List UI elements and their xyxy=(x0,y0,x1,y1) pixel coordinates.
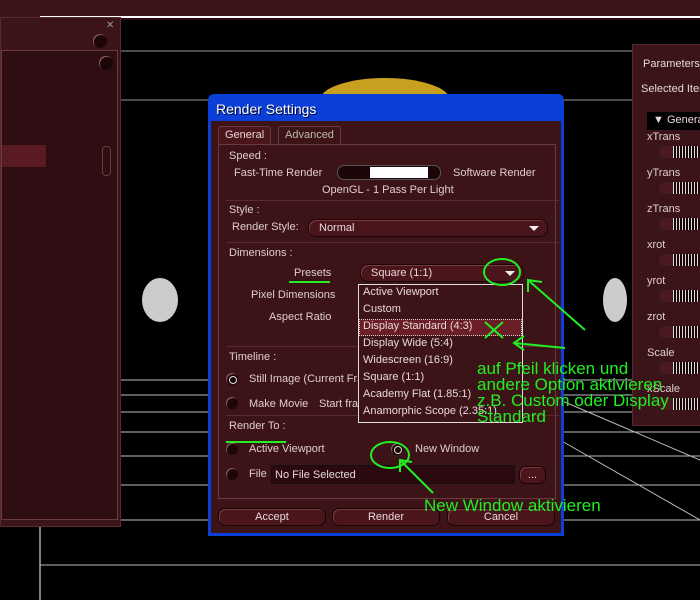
param-label: zrot xyxy=(647,311,666,323)
tab-general[interactable]: General xyxy=(218,126,272,144)
menu-item-active-viewport[interactable]: Active Viewport xyxy=(359,285,522,302)
accept-button[interactable]: Accept xyxy=(218,508,326,526)
left-panel: ✕ xyxy=(0,17,121,527)
param-dial[interactable] xyxy=(659,290,700,302)
dimensions-heading: Dimensions : xyxy=(229,247,293,259)
scrollbar-thumb[interactable] xyxy=(102,146,111,176)
file-label: File xyxy=(249,468,267,480)
param-dial[interactable] xyxy=(659,146,700,158)
new-window-radio[interactable] xyxy=(391,443,403,455)
annotation-line: Standard xyxy=(477,407,546,426)
left-list xyxy=(1,50,118,520)
make-movie-radio[interactable] xyxy=(226,397,238,409)
new-window-annotation: New Window aktivieren xyxy=(424,496,601,515)
list-item-selected[interactable] xyxy=(2,145,46,167)
presets-select[interactable]: Square (1:1) xyxy=(360,264,524,282)
aspect-ratio-label: Aspect Ratio xyxy=(269,311,332,323)
param-dial[interactable] xyxy=(659,182,700,194)
pixel-dimensions-label: Pixel Dimensions xyxy=(251,289,336,301)
play-icon[interactable] xyxy=(93,34,107,48)
parameters-title: Parameters xyxy=(643,58,700,70)
presets-value: Square (1:1) xyxy=(371,267,433,279)
param-dial[interactable] xyxy=(659,254,700,266)
up-icon[interactable] xyxy=(99,56,113,70)
active-viewport-radio[interactable] xyxy=(226,443,238,455)
style-heading: Style : xyxy=(229,204,260,216)
presets-annotation: auf Pfeil klicken und andere Option akti… xyxy=(477,360,669,426)
timeline-heading: Timeline : xyxy=(229,351,277,363)
param-dial[interactable] xyxy=(659,326,700,338)
param-label: zTrans xyxy=(647,203,681,215)
software-render-label: Software Render xyxy=(453,167,536,179)
new-window-label: New Window xyxy=(415,443,480,455)
render-style-select[interactable]: Normal xyxy=(308,219,548,237)
speed-mode-text: OpenGL - 1 Pass Per Light xyxy=(322,184,454,196)
selected-item-label[interactable]: Selected Item xyxy=(641,83,700,95)
browse-button[interactable]: ... xyxy=(519,466,546,484)
param-label: yrot xyxy=(647,275,666,287)
fast-render-label: Fast-Time Render xyxy=(234,167,323,179)
still-image-radio[interactable] xyxy=(226,373,238,385)
file-path-field[interactable]: No File Selected xyxy=(271,465,515,484)
param-label: Scale xyxy=(647,347,675,359)
render-to-heading: Render To : xyxy=(229,420,286,432)
render-style-value: Normal xyxy=(319,222,355,234)
menu-item-display-wide[interactable]: Display Wide (5:4) xyxy=(359,336,522,353)
menu-item-custom[interactable]: Custom xyxy=(359,302,522,319)
chevron-down-icon xyxy=(529,226,539,231)
param-label: xTrans xyxy=(647,131,681,143)
file-radio[interactable] xyxy=(226,468,238,480)
param-dial[interactable] xyxy=(659,218,700,230)
divider xyxy=(226,242,559,243)
divider xyxy=(226,200,559,201)
active-viewport-label: Active Viewport xyxy=(249,443,325,455)
group-general[interactable]: ▼ General xyxy=(647,112,700,130)
speed-heading: Speed : xyxy=(229,150,267,162)
speed-slider-thumb[interactable] xyxy=(370,167,428,178)
speed-slider[interactable] xyxy=(337,165,441,180)
close-icon[interactable]: ✕ xyxy=(106,20,118,32)
param-label: yTrans xyxy=(647,167,681,179)
render-style-label: Render Style: xyxy=(232,221,299,233)
param-label: xrot xyxy=(647,239,666,251)
make-movie-label: Make Movie xyxy=(249,398,309,410)
tab-advanced[interactable]: Advanced xyxy=(278,126,341,144)
presets-label: Presets xyxy=(294,267,332,279)
menu-item-display-standard[interactable]: Display Standard (4:3) xyxy=(359,319,522,336)
chevron-down-icon[interactable] xyxy=(505,271,515,276)
group-label: General xyxy=(666,114,700,126)
dialog-title: Render Settings xyxy=(216,101,317,117)
